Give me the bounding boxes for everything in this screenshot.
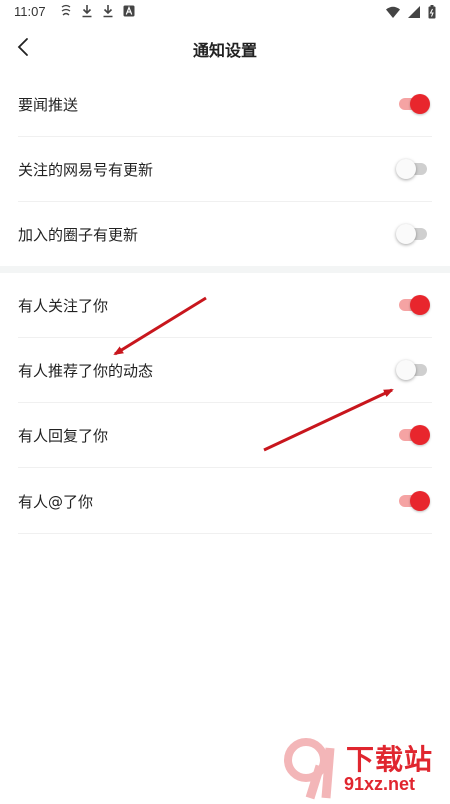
setting-row-joined-circle-update: 加入的圈子有更新 — [18, 202, 432, 266]
signal-icon — [408, 6, 420, 22]
setting-label: 要闻推送 — [18, 96, 79, 114]
watermark-logo-icon — [280, 736, 344, 804]
setting-row-news-push: 要闻推送 — [18, 72, 432, 137]
setting-label: 加入的圈子有更新 — [18, 226, 139, 244]
download-icon — [102, 4, 114, 18]
setting-row-someone-replied-you: 有人回复了你 — [18, 403, 432, 468]
someone-followed-you-toggle[interactable] — [396, 295, 430, 315]
notification-app-icon — [60, 4, 72, 18]
status-bar: 11:07 — [0, 0, 450, 26]
section-divider — [0, 266, 450, 273]
followed-account-update-toggle[interactable] — [396, 159, 430, 179]
watermark: 下载站 91xz.net — [280, 736, 450, 800]
setting-label: 有人推荐了你的动态 — [18, 362, 154, 380]
header: 通知设置 — [0, 26, 450, 72]
someone-mentioned-you-toggle[interactable] — [396, 491, 430, 511]
page-title: 通知设置 — [192, 41, 257, 60]
status-icons-left — [60, 4, 135, 18]
setting-label: 关注的网易号有更新 — [18, 161, 154, 179]
setting-label: 有人回复了你 — [18, 427, 109, 445]
setting-row-someone-recommended-your-post: 有人推荐了你的动态 — [18, 338, 432, 403]
setting-label: 有人关注了你 — [18, 297, 109, 315]
wifi-icon — [386, 6, 400, 22]
news-push-toggle[interactable] — [396, 94, 430, 114]
setting-row-someone-mentioned-you: 有人@了你 — [18, 469, 432, 534]
watermark-url: 91xz.net — [344, 774, 416, 794]
setting-row-someone-followed-you: 有人关注了你 — [18, 273, 432, 338]
setting-label: 有人@了你 — [18, 493, 94, 511]
someone-replied-you-toggle[interactable] — [396, 425, 430, 445]
setting-row-followed-account-update: 关注的网易号有更新 — [18, 137, 432, 202]
battery-icon — [428, 5, 436, 23]
download-icon — [81, 4, 93, 18]
joined-circle-update-toggle[interactable] — [396, 224, 430, 244]
watermark-brand: 下载站 — [346, 743, 434, 776]
someone-recommended-your-post-toggle[interactable] — [396, 360, 430, 380]
status-icons-right — [386, 5, 436, 23]
app-a-icon — [123, 4, 135, 18]
status-time: 11:07 — [14, 4, 46, 19]
